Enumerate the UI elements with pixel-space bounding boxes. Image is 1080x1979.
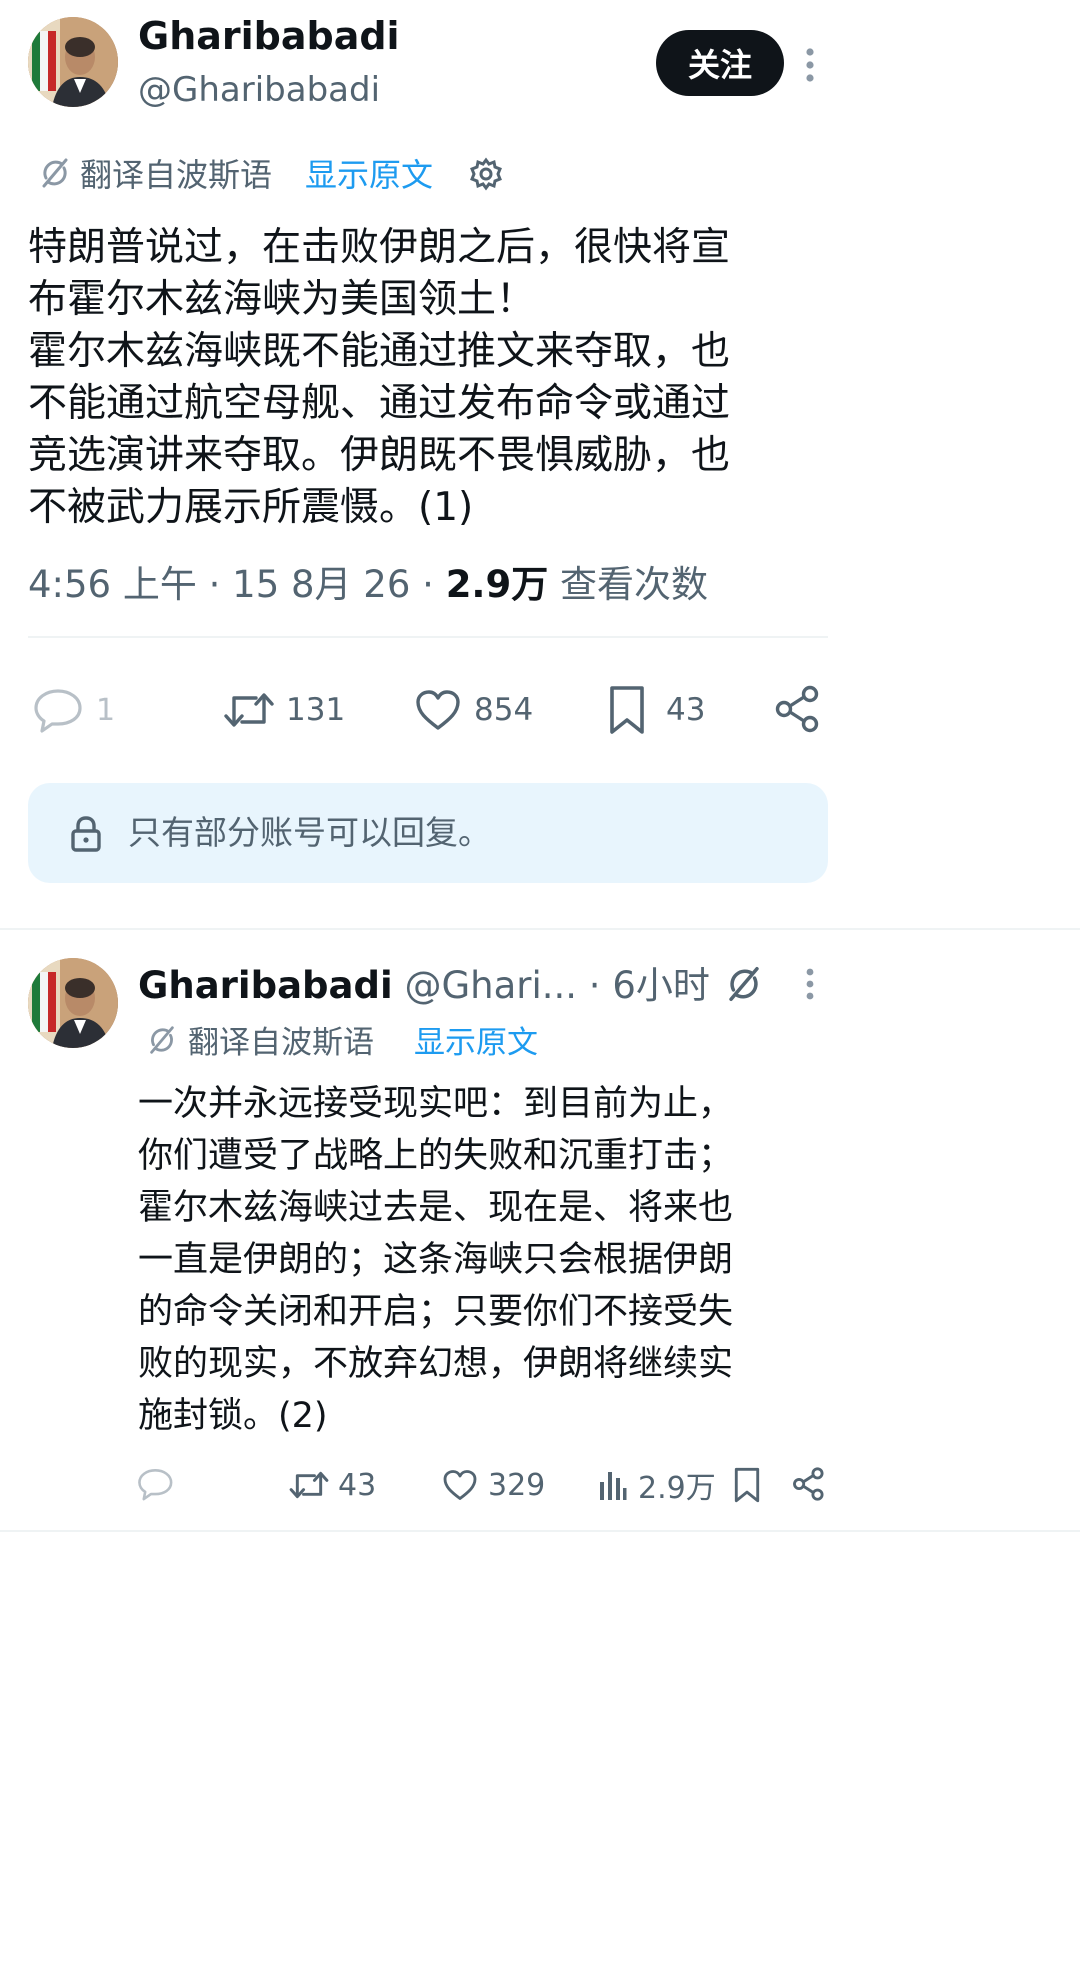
share-icon[interactable] — [792, 1466, 826, 1502]
translate-icon — [38, 156, 72, 190]
views-button[interactable]: 2.9万 — [598, 1462, 716, 1508]
bookmark-button[interactable]: 43 — [606, 684, 705, 736]
tweet-text: 特朗普说过，在击败伊朗之后，很快将宣 布霍尔木兹海峡为美国领土！ 霍尔木兹海峡既… — [28, 225, 731, 530]
bookmark-icon[interactable] — [732, 1466, 762, 1504]
divider — [0, 1530, 1080, 1532]
tweet-date[interactable]: 15 8月 26 — [232, 563, 410, 606]
views-icon — [598, 1468, 628, 1502]
views-count: 2.9万 — [638, 1471, 716, 1506]
like-button[interactable]: 329 — [442, 1462, 545, 1508]
separator-dot: · — [422, 563, 434, 606]
tweet-meta: 4:56 上午 · 15 8月 26 · 2.9万 查看次数 — [28, 560, 708, 610]
like-button[interactable]: 854 — [414, 684, 533, 736]
reply-icon[interactable] — [138, 1466, 174, 1502]
show-original-link[interactable]: 显示原文 — [414, 1022, 538, 1064]
author-display-name[interactable]: Gharibabadi — [138, 964, 393, 1007]
share-icon[interactable] — [774, 684, 822, 734]
translated-from-label: 翻译自波斯语 — [80, 156, 273, 194]
translate-icon[interactable] — [724, 964, 764, 1004]
avatar[interactable] — [28, 958, 118, 1048]
like-icon — [414, 688, 462, 732]
bookmark-count: 43 — [666, 692, 706, 728]
retweet-icon — [288, 1467, 330, 1503]
like-icon — [442, 1468, 478, 1502]
author-display-name[interactable]: Gharibabadi — [138, 12, 400, 60]
reply-restriction-text: 只有部分账号可以回复。 — [128, 813, 491, 852]
show-original-link[interactable]: 显示原文 — [305, 154, 433, 196]
reply-header: Gharibabadi @Ghari... · 6小时 — [138, 962, 710, 1010]
retweet-count: 131 — [286, 692, 346, 728]
more-icon[interactable] — [800, 962, 820, 1008]
retweet-count: 43 — [338, 1467, 377, 1503]
retweet-button[interactable]: 131 — [222, 684, 345, 736]
reply-count: 1 — [96, 692, 116, 728]
retweet-icon — [222, 688, 276, 732]
views-label[interactable]: 查看次数 — [560, 563, 708, 606]
tweet-time[interactable]: 4:56 上午 — [28, 563, 197, 606]
follow-button[interactable]: 关注 — [656, 30, 784, 96]
settings-gear-icon[interactable] — [468, 156, 504, 192]
separator-dot: · — [208, 563, 221, 606]
retweet-button[interactable]: 43 — [288, 1462, 376, 1508]
like-count: 854 — [474, 692, 534, 728]
more-icon[interactable] — [800, 40, 820, 90]
views-count[interactable]: 2.9万 — [446, 563, 549, 606]
separator-dot: · — [588, 964, 601, 1007]
bookmark-icon — [606, 684, 648, 736]
tweet-text: 一次并永远接受现实吧：到目前为止， 你们遭受了战略上的失败和沉重打击； 霍尔木兹… — [138, 1084, 734, 1436]
reply-button[interactable]: 1 — [34, 684, 115, 736]
like-count: 329 — [488, 1467, 546, 1503]
lock-icon — [70, 815, 102, 853]
reply-restriction-notice: 只有部分账号可以回复。 — [28, 783, 828, 883]
author-handle[interactable]: @Gharibabadi — [138, 68, 380, 112]
reply-icon — [34, 687, 84, 733]
translated-from-label: 翻译自波斯语 — [188, 1025, 374, 1061]
avatar[interactable] — [28, 17, 118, 107]
translate-icon — [146, 1024, 178, 1056]
author-handle[interactable]: @Ghari... — [404, 964, 577, 1007]
tweet-time-ago[interactable]: 6小时 — [612, 964, 710, 1007]
divider — [28, 636, 828, 638]
divider — [0, 928, 1080, 930]
